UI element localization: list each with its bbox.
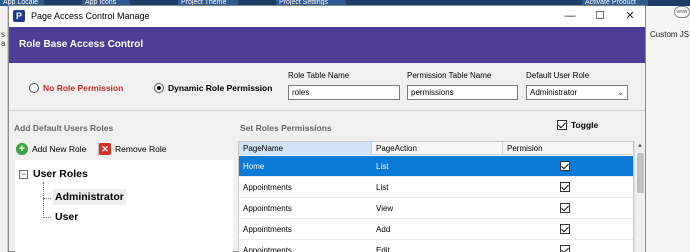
default-role-value: Administrator [530, 88, 578, 97]
maximize-button[interactable]: ☐ [585, 6, 615, 27]
scroll-thumb[interactable] [637, 153, 644, 193]
radio-no-role-label: No Role Permission [43, 83, 124, 93]
cell-permission[interactable] [560, 224, 570, 236]
column-header-permission[interactable]: Permision [503, 142, 633, 155]
minimize-button[interactable]: — [555, 6, 585, 27]
plus-icon: + [16, 143, 28, 155]
table-row[interactable]: Appointments View [239, 198, 633, 219]
table-row[interactable]: Appointments Edit [239, 240, 633, 252]
checkbox-checked-icon[interactable] [560, 203, 570, 213]
page-access-control-dialog: P Page Access Control Manage — ☐ ✕ Role … [8, 5, 646, 252]
tree-connector [43, 198, 51, 199]
remove-role-button[interactable]: ✕ Remove Role [99, 143, 167, 155]
cell-permission[interactable] [560, 161, 570, 173]
tree-connector [43, 217, 51, 218]
add-new-role-button[interactable]: + Add New Role [16, 143, 86, 155]
remove-icon: ✕ [99, 143, 111, 155]
cell-permission[interactable] [560, 203, 570, 215]
close-button[interactable]: ✕ [615, 6, 645, 27]
cell-permission[interactable] [560, 245, 570, 252]
cell-page: Appointments [243, 225, 292, 234]
cell-permission[interactable] [560, 182, 570, 194]
window-title: Page Access Control Manage [31, 11, 150, 21]
permissions-panel-title: Set Roles Permissions [240, 123, 332, 133]
toggle-check-icon[interactable] [557, 120, 567, 130]
cell-action: View [376, 204, 394, 213]
toggle-all-checkbox[interactable]: Toggle [557, 120, 598, 130]
cell-page: Appointments [243, 204, 292, 213]
roles-panel-title: Add Default Users Roles [14, 123, 114, 133]
tree-connector [43, 182, 44, 216]
radio-dynamic-role-label: Dynamic Role Permission [168, 83, 273, 93]
table-row[interactable]: Appointments Add [239, 219, 633, 240]
cell-action: List [376, 183, 389, 192]
checkbox-checked-icon[interactable] [560, 182, 570, 192]
role-table-input[interactable]: roles [288, 85, 400, 100]
grid-header: PageName PageAction Permision [239, 142, 633, 155]
collapse-icon[interactable]: − [19, 170, 28, 179]
grid-scrollbar[interactable]: ▲ [634, 141, 645, 252]
tree-root-user-roles[interactable]: User Roles [33, 168, 88, 180]
cell-page: Appointments [243, 183, 292, 192]
permission-table-label: Permission Table Name [407, 71, 492, 80]
tree-item-administrator[interactable]: Administrator [53, 189, 126, 205]
column-header-pagename[interactable]: PageName [239, 142, 372, 155]
radio-dynamic-role-permission[interactable]: Dynamic Role Permission [154, 83, 272, 93]
remove-role-label: Remove Role [115, 144, 167, 154]
scroll-up-arrow-icon[interactable]: ▲ [637, 143, 643, 149]
radio-selected-icon[interactable] [154, 83, 164, 93]
cell-action: Add [376, 225, 391, 234]
tree-item-user[interactable]: User [53, 209, 80, 225]
checkbox-checked-icon[interactable] [560, 161, 570, 171]
radio-no-role-permission[interactable]: No Role Permission [29, 83, 123, 93]
header-title: Role Base Access Control [19, 39, 144, 50]
default-role-select[interactable]: Administrator ⌄ [526, 85, 628, 100]
role-table-label: Role Table Name [288, 71, 350, 80]
add-new-role-label: Add New Role [32, 144, 87, 154]
www-icon[interactable]: www [674, 6, 690, 18]
column-header-pageaction[interactable]: PageAction [372, 142, 503, 155]
checkbox-checked-icon[interactable] [560, 245, 570, 252]
default-role-label: Default User Role [526, 71, 590, 80]
cell-page: Home [243, 162, 265, 171]
cell-action: Edit [376, 246, 390, 252]
roles-tree: − User Roles Administrator User [15, 160, 233, 252]
background-left-panel: s a [0, 6, 8, 252]
dialog-header: Role Base Access Control [9, 27, 645, 63]
table-row[interactable]: Appointments List [239, 177, 633, 198]
background-right-panel: www Custom JS [646, 6, 690, 252]
radio-circle-icon[interactable] [29, 83, 39, 93]
chevron-down-icon[interactable]: ⌄ [617, 86, 624, 99]
permissions-grid: PageName PageAction Permision Home List … [238, 141, 634, 252]
checkbox-checked-icon[interactable] [560, 224, 570, 234]
toggle-label: Toggle [571, 120, 599, 130]
cell-page: Appointments [243, 246, 292, 252]
table-row[interactable]: Home List [239, 156, 633, 177]
app-logo-icon: P [13, 10, 25, 22]
cell-action: List [376, 162, 389, 171]
bg-custom-js-label[interactable]: Custom JS [650, 30, 689, 39]
section-divider [9, 110, 645, 111]
title-bar: P Page Access Control Manage — ☐ ✕ [9, 6, 645, 27]
permission-table-input[interactable]: permissions [407, 85, 518, 100]
